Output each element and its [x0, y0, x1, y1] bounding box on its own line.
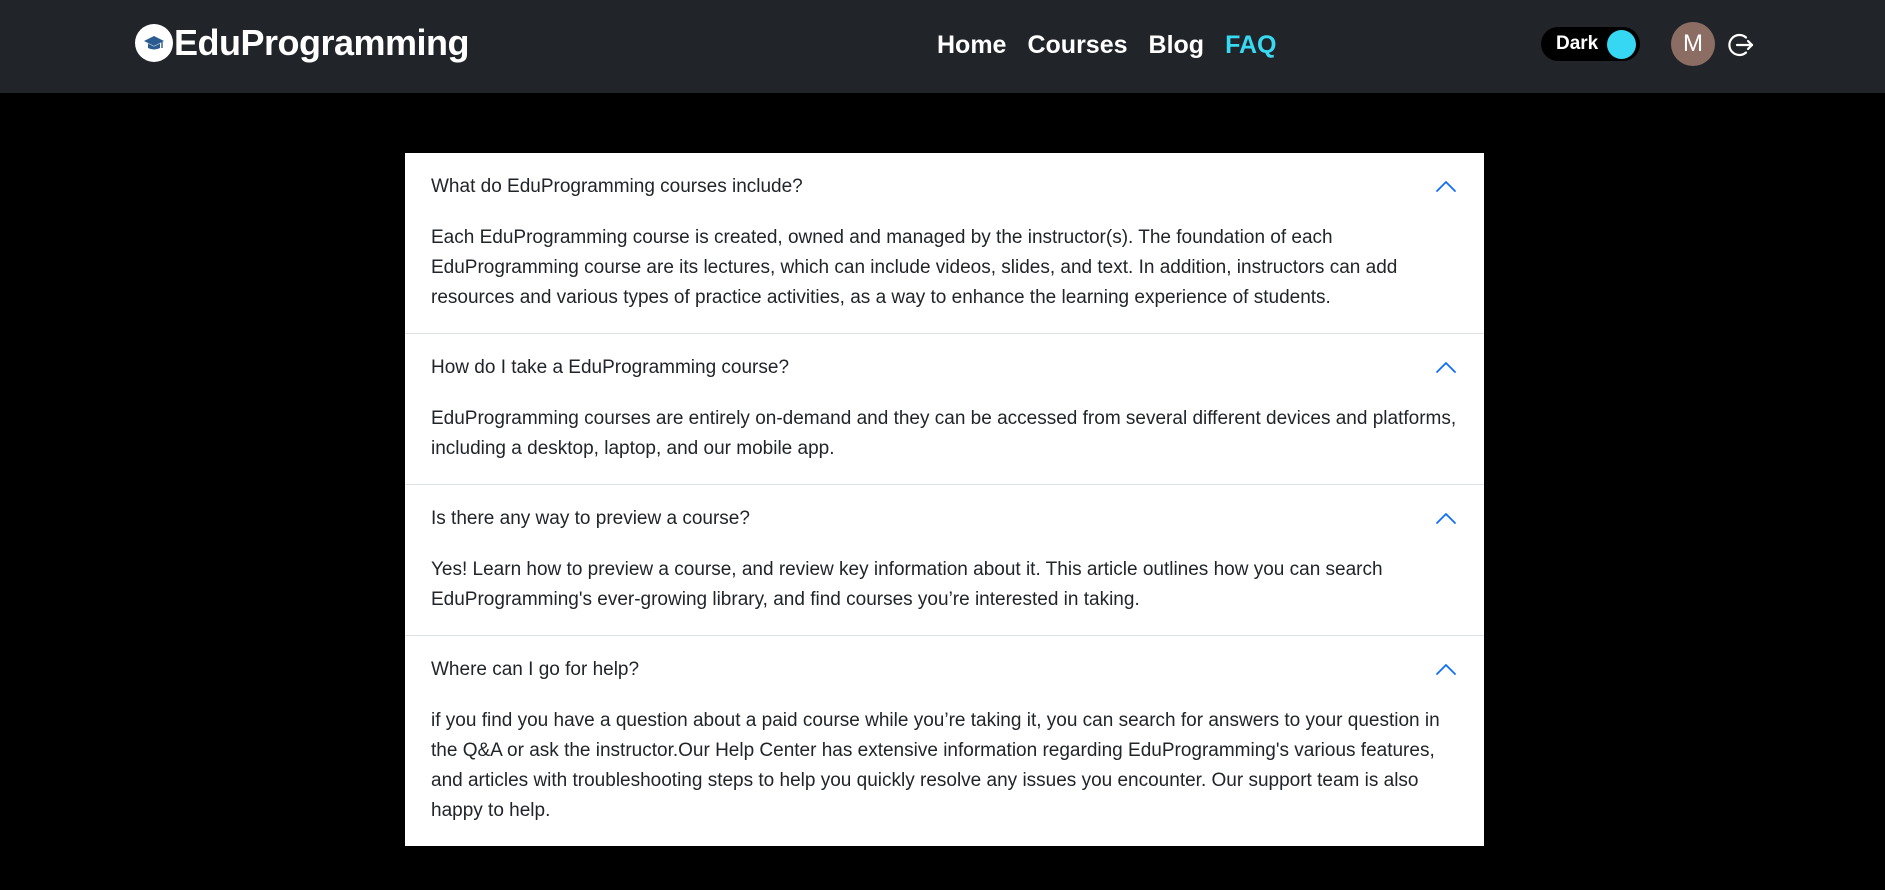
brand-link[interactable]: EduProgramming: [135, 21, 470, 65]
main-nav: Home Courses Blog FAQ: [937, 24, 1297, 66]
navbar: EduProgramming Home Courses Blog FAQ Dar…: [0, 0, 1885, 93]
nav-faq[interactable]: FAQ: [1225, 31, 1276, 60]
chevron-up-icon: [1436, 362, 1456, 373]
theme-toggle-label: Dark: [1556, 33, 1599, 54]
nav-courses[interactable]: Courses: [1027, 31, 1127, 60]
chevron-up-icon: [1436, 664, 1456, 675]
faq-item: Is there any way to preview a course? Ye…: [405, 485, 1484, 636]
faq-question: How do I take a EduProgramming course?: [431, 356, 790, 378]
faq-question-button[interactable]: Is there any way to preview a course?: [405, 485, 1484, 552]
faq-question-button[interactable]: Where can I go for help?: [405, 636, 1484, 703]
faq-answer: Yes! Learn how to preview a course, and …: [431, 559, 1383, 610]
faq-question: Where can I go for help?: [431, 658, 640, 680]
logout-icon[interactable]: [1725, 30, 1755, 60]
nav-blog[interactable]: Blog: [1149, 31, 1205, 60]
faq-question-button[interactable]: How do I take a EduProgramming course?: [405, 334, 1484, 401]
faq-item: What do EduProgramming courses include? …: [405, 153, 1484, 334]
faq-item: How do I take a EduProgramming course? E…: [405, 334, 1484, 485]
faq-answer: Each EduProgramming course is created, o…: [431, 227, 1398, 308]
graduation-cap-icon: [135, 24, 173, 62]
brand-name: EduProgramming: [174, 22, 470, 63]
faq-question-button[interactable]: What do EduProgramming courses include?: [405, 153, 1484, 220]
theme-toggle[interactable]: Dark: [1541, 27, 1640, 61]
chevron-up-icon: [1436, 181, 1456, 192]
avatar[interactable]: M: [1671, 22, 1715, 66]
faq-question: Is there any way to preview a course?: [431, 507, 750, 529]
faq-question: What do EduProgramming courses include?: [431, 175, 803, 197]
faq-accordion: What do EduProgramming courses include? …: [405, 153, 1484, 846]
theme-toggle-knob: [1607, 30, 1636, 59]
chevron-up-icon: [1436, 513, 1456, 524]
nav-home[interactable]: Home: [937, 31, 1006, 60]
faq-answer: if you find you have a question about a …: [431, 710, 1440, 821]
faq-answer: EduProgramming courses are entirely on-d…: [431, 408, 1457, 459]
faq-item: Where can I go for help? if you find you…: [405, 636, 1484, 846]
